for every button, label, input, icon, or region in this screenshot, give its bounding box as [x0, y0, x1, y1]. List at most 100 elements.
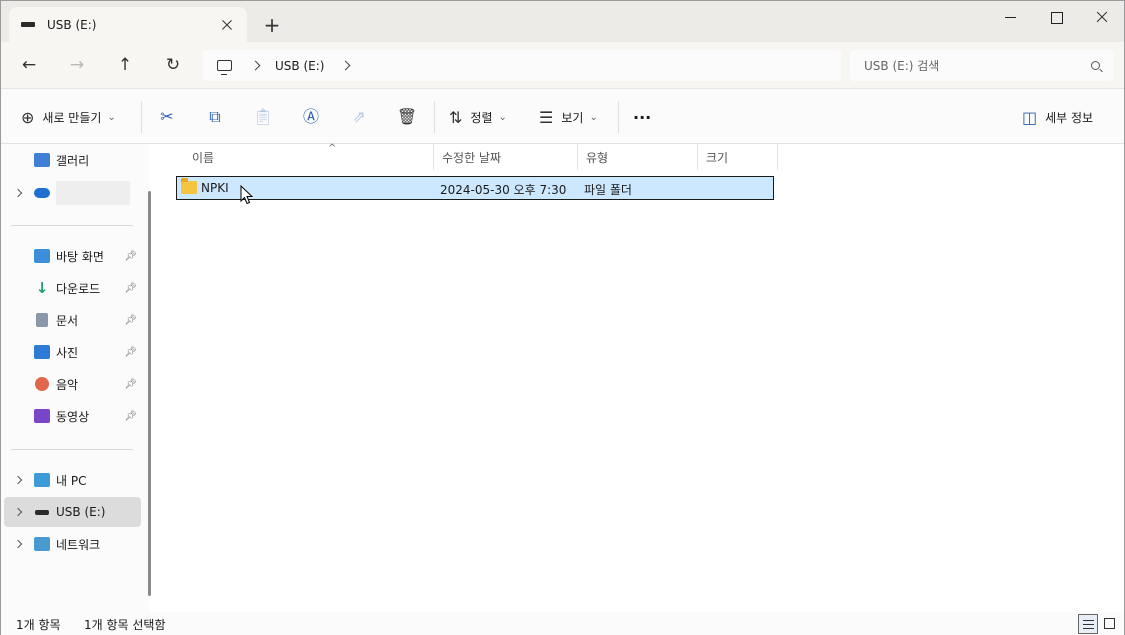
command-bar: ⊕ 새로 만들기 ⌄ ✂ ⧉ 📋︎ Ⓐ ⇗ 🗑︎ ⇅ 정렬 ⌄ ☰ 보기 ⌄ ·…	[1, 89, 1124, 144]
sidebar-item-onedrive[interactable]	[4, 178, 141, 208]
forward-icon: →	[69, 55, 85, 75]
paste-icon: 📋︎	[252, 107, 274, 126]
gallery-icon	[34, 153, 50, 167]
share-icon: ⇗	[352, 107, 366, 126]
details-view-icon	[1083, 620, 1094, 629]
sidebar-item-this-pc[interactable]: 내 PC	[4, 465, 141, 495]
details-pane-button[interactable]: ◫ 세부 정보	[1022, 104, 1093, 130]
pin-icon[interactable]: 📌︎	[124, 411, 137, 422]
plus-circle-icon: ⊕	[21, 107, 35, 127]
search-icon	[1091, 61, 1100, 70]
new-button[interactable]: ⊕ 새로 만들기 ⌄	[21, 104, 116, 130]
download-icon: ↓	[35, 279, 49, 297]
drive-icon	[35, 509, 49, 515]
chevron-right-icon[interactable]	[4, 178, 34, 208]
tab-close-icon[interactable]	[219, 17, 235, 33]
rename-button[interactable]: Ⓐ	[298, 104, 324, 130]
sidebar-item-videos[interactable]: 동영상 📌︎	[4, 401, 141, 431]
pc-icon	[34, 473, 50, 487]
large-icons-view-button[interactable]	[1100, 614, 1120, 634]
copy-button[interactable]: ⧉	[202, 104, 228, 130]
sidebar-item-label: USB (E:)	[56, 505, 106, 519]
item-count: 1개 항목	[16, 618, 61, 632]
copy-icon: ⧉	[209, 107, 221, 126]
chevron-down-icon: ⌄	[498, 111, 507, 123]
view-icon: ☰	[539, 107, 554, 127]
status-bar: 1개 항목 1개 항목 선택함	[1, 612, 1124, 635]
column-header-name[interactable]: 이름 ^	[184, 143, 434, 170]
sidebar-item-pictures[interactable]: 사진 📌︎	[4, 337, 141, 367]
back-button[interactable]: ←	[16, 52, 42, 78]
minimize-button[interactable]	[987, 1, 1033, 33]
table-row[interactable]: NPKI 2024-05-30 오후 7:30 파일 폴더	[176, 176, 774, 200]
music-icon	[35, 377, 49, 391]
paste-button[interactable]: 📋︎	[250, 104, 276, 130]
desktop-icon	[34, 249, 50, 263]
back-icon: ←	[21, 55, 37, 75]
tab-usb[interactable]: USB (E:)	[9, 7, 247, 42]
column-header-label: 수정한 날짜	[442, 150, 502, 165]
mouse-cursor-icon	[240, 185, 254, 205]
cut-icon: ✂	[160, 107, 174, 126]
sidebar-divider	[11, 225, 133, 226]
chevron-right-icon[interactable]	[4, 497, 34, 527]
pin-icon[interactable]: 📌︎	[124, 347, 137, 358]
sidebar-scrollbar[interactable]	[148, 191, 151, 596]
column-header-modified[interactable]: 수정한 날짜	[434, 144, 578, 170]
chevron-right-icon[interactable]	[4, 529, 34, 559]
up-icon: ↑	[117, 55, 133, 75]
file-modified: 2024-05-30 오후 7:30	[440, 183, 567, 197]
chevron-right-icon[interactable]	[250, 60, 261, 71]
more-options-button[interactable]: ···	[633, 104, 651, 130]
column-header-type[interactable]: 유형	[578, 144, 698, 170]
sort-button-label: 정렬	[470, 110, 493, 125]
maximize-button[interactable]	[1033, 1, 1079, 33]
details-view-button[interactable]	[1078, 614, 1098, 634]
sidebar-item-gallery[interactable]: 갤러리	[4, 145, 141, 175]
videos-icon	[34, 409, 50, 423]
chevron-right-icon[interactable]	[340, 60, 351, 71]
toolbar-divider	[434, 101, 435, 133]
chevron-right-icon[interactable]	[4, 465, 34, 495]
sidebar-item-desktop[interactable]: 바탕 화면 📌︎	[4, 241, 141, 271]
sidebar-item-usb[interactable]: USB (E:)	[4, 497, 141, 527]
sidebar-item-label: 네트워크	[56, 537, 101, 552]
address-bar[interactable]: USB (E:)	[203, 50, 841, 81]
sidebar-item-downloads[interactable]: ↓ 다운로드 📌︎	[4, 273, 141, 303]
drive-icon	[21, 22, 35, 27]
refresh-button[interactable]: ↻	[160, 52, 186, 78]
share-button[interactable]: ⇗	[346, 104, 372, 130]
network-icon	[34, 537, 50, 551]
pin-icon[interactable]: 📌︎	[124, 283, 137, 294]
pin-icon[interactable]: 📌︎	[124, 251, 137, 262]
details-pane-icon: ◫	[1022, 107, 1038, 127]
monitor-icon	[217, 60, 232, 75]
search-input[interactable]	[864, 58, 1091, 73]
sidebar-item-documents[interactable]: 문서 📌︎	[4, 305, 141, 335]
sort-ascending-icon: ^	[328, 143, 337, 154]
column-header-size[interactable]: 크기	[698, 144, 778, 170]
sidebar-item-network[interactable]: 네트워크	[4, 529, 141, 559]
refresh-icon: ↻	[165, 55, 181, 75]
navigation-bar: ← → ↑ ↻ USB (E:)	[1, 42, 1124, 89]
forward-button[interactable]: →	[64, 52, 90, 78]
pictures-icon	[34, 345, 50, 359]
search-box[interactable]	[850, 50, 1114, 81]
pin-icon[interactable]: 📌︎	[124, 315, 137, 326]
breadcrumb-usb[interactable]: USB (E:)	[275, 59, 324, 73]
column-header-label: 유형	[586, 150, 609, 165]
file-explorer-window: USB (E:) + ← → ↑ ↻ USB (E:) ⊕ 새로 만들기 ⌄ ✂	[0, 0, 1125, 635]
sidebar-item-music[interactable]: 음악 📌︎	[4, 369, 141, 399]
view-button-label: 보기	[561, 110, 584, 125]
close-window-button[interactable]	[1079, 1, 1125, 33]
up-button[interactable]: ↑	[112, 52, 138, 78]
cut-button[interactable]: ✂	[154, 104, 180, 130]
column-header-label: 크기	[706, 150, 729, 165]
sort-button[interactable]: ⇅ 정렬 ⌄	[449, 104, 507, 130]
view-button[interactable]: ☰ 보기 ⌄	[539, 104, 598, 130]
sidebar-item-label: 내 PC	[56, 473, 87, 488]
pin-icon[interactable]: 📌︎	[124, 379, 137, 390]
delete-button[interactable]: 🗑︎	[394, 104, 420, 130]
new-tab-button[interactable]: +	[259, 15, 285, 37]
large-icons-view-icon	[1104, 618, 1115, 629]
